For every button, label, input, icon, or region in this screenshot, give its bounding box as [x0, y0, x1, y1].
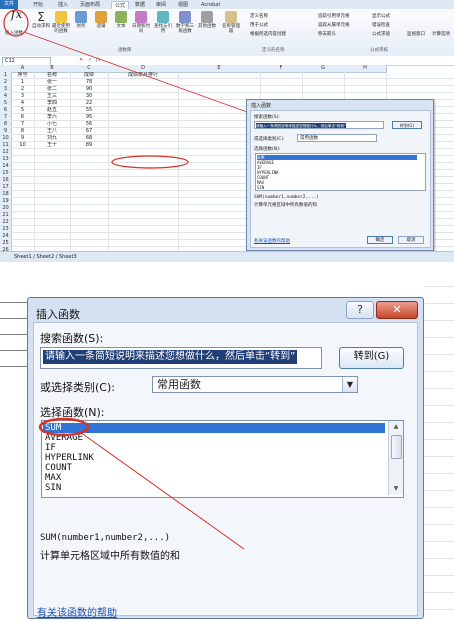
small-category-select[interactable]: 常用函数 — [297, 134, 377, 142]
small-description: 计算单元格区域中所有数值的和 — [254, 203, 317, 208]
annotation-circle-cell — [111, 155, 189, 169]
small-ok-button[interactable]: 确定 — [367, 236, 393, 244]
excel-screenshot: 文件 开始 插入 页面布局 公式 数据 审阅 视图 Acrobat fx 插入函… — [0, 0, 454, 262]
small-function-list[interactable]: SUM AVERAGE IF HYPERLINK COUNT MAX SIN — [255, 153, 426, 191]
small-cancel-button[interactable]: 取消 — [398, 236, 424, 244]
annotation-overlay — [38, 417, 245, 550]
small-help-link[interactable]: 有关该函数的帮助 — [254, 238, 290, 244]
small-function-item[interactable]: SUM — [257, 155, 417, 160]
annotation-arrow — [79, 431, 245, 550]
zoomed-dialog-screenshot: 插入函数 ? ✕ 搜索函数(S): 请输入一条简短说明来描述您想做什么，然后单击… — [0, 266, 454, 621]
annotation-arrow — [23, 31, 251, 114]
small-go-button[interactable]: 转到(G) — [392, 121, 422, 129]
small-function-item[interactable]: SIN — [257, 185, 264, 190]
sheet-tabs[interactable]: Sheet1 / Sheet2 / Sheet3 — [0, 251, 454, 262]
small-insert-function-dialog: 插入函数 搜索函数(S): 请输入一条简短说明来描述您想做什么，然后单击“转到”… — [246, 99, 434, 251]
small-dialog-title: 插入函数 — [251, 103, 272, 109]
small-signature: SUM(number1,number2,...) — [254, 195, 320, 200]
small-category-label: 或选择类别(C): — [254, 137, 285, 142]
small-search-label: 搜索函数(S): — [254, 115, 280, 120]
small-dialog-body: 搜索函数(S): 请输入一条简短说明来描述您想做什么，然后单击“转到” 转到(G… — [250, 110, 431, 248]
sheet-tab-labels[interactable]: Sheet1 / Sheet2 / Sheet3 — [14, 254, 77, 260]
small-search-input[interactable]: 请输入一条简短说明来描述您想做什么，然后单击“转到” — [254, 121, 384, 129]
small-list-label: 选择函数(N): — [254, 147, 281, 152]
